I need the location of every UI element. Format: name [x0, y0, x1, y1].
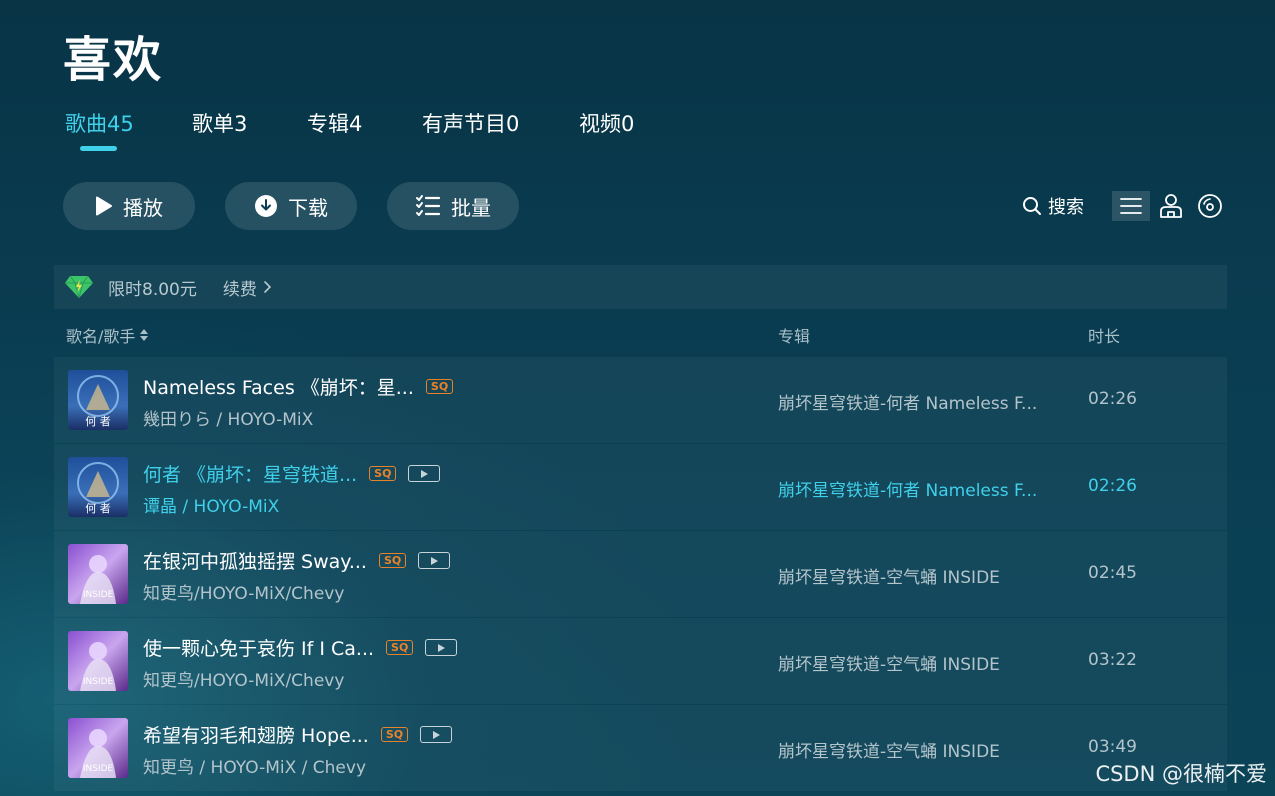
vip-promo-bar: 限时8.00元 续费: [54, 265, 1227, 309]
mv-badge[interactable]: [420, 726, 453, 743]
play-icon: [96, 196, 112, 216]
tab-videos[interactable]: 视频0: [579, 108, 634, 138]
cover-text: INSIDE: [83, 677, 114, 687]
watermark: CSDN @很楠不爱: [1095, 762, 1267, 786]
song-row[interactable]: INSIDE 希望有羽毛和翅膀 Hope... SQ 知更鸟 / HOYO-MiX /…: [54, 705, 1227, 791]
cover-text: INSIDE: [83, 764, 114, 774]
song-album[interactable]: 崩坏星穹铁道-何者 Nameless F...: [778, 476, 1037, 501]
sq-badge: SQ: [369, 466, 397, 481]
album-cover[interactable]: INSIDE: [68, 544, 128, 604]
song-artist[interactable]: 知更鸟/HOYO-MiX/Chevy: [143, 579, 344, 604]
cover-text: INSIDE: [83, 590, 114, 600]
download-icon: [255, 195, 277, 217]
song-row[interactable]: INSIDE 使一颗心免于哀伤 If I Ca... SQ 知更鸟/HOYO-MiX/…: [54, 618, 1227, 704]
list-icon: [1120, 198, 1142, 214]
song-duration: 02:26: [1088, 476, 1137, 496]
song-artist[interactable]: 知更鸟/HOYO-MiX/Chevy: [143, 666, 344, 691]
cover-text: 何 者: [85, 415, 111, 428]
song-artist[interactable]: 知更鸟 / HOYO-MiX / Chevy: [143, 753, 366, 778]
play-icon: [421, 469, 429, 478]
song-title-line: 何者 《崩坏：星穹铁道... SQ: [143, 460, 441, 487]
song-album[interactable]: 崩坏星穹铁道-何者 Nameless F...: [778, 389, 1037, 414]
song-title-line: Nameless Faces 《崩坏：星... SQ: [143, 373, 454, 400]
renew-link[interactable]: 续费: [223, 275, 272, 300]
download-button-label: 下载: [288, 195, 328, 220]
batch-button[interactable]: 批量: [387, 182, 519, 230]
search-button[interactable]: 搜索: [1022, 193, 1084, 219]
song-title[interactable]: 在银河中孤独摇摆 Sway...: [143, 547, 367, 574]
album-cover[interactable]: 何 者: [68, 370, 128, 430]
song-title-line: 在银河中孤独摇摆 Sway... SQ: [143, 547, 451, 574]
search-label: 搜索: [1048, 197, 1084, 218]
album-cover[interactable]: 何 者: [68, 457, 128, 517]
vip-price-text: 限时8.00元: [108, 279, 197, 300]
play-button[interactable]: 播放: [63, 182, 195, 230]
column-header-duration-label: 时长: [1088, 327, 1121, 346]
download-button[interactable]: 下载: [225, 182, 357, 230]
song-duration: 02:45: [1088, 563, 1137, 583]
column-header-song-label: 歌名/歌手: [66, 327, 136, 346]
column-header-album-label: 专辑: [778, 327, 811, 346]
mv-badge[interactable]: [425, 639, 458, 656]
sq-badge: SQ: [386, 640, 414, 655]
song-title-line: 使一颗心免于哀伤 If I Ca... SQ: [143, 634, 458, 661]
song-title[interactable]: 使一颗心免于哀伤 If I Ca...: [143, 634, 374, 661]
column-header-song[interactable]: 歌名/歌手: [66, 323, 149, 347]
album-cover[interactable]: INSIDE: [68, 718, 128, 778]
song-artist[interactable]: 幾田りら / HOYO-MiX: [143, 405, 313, 430]
song-title[interactable]: 希望有羽毛和翅膀 Hope...: [143, 721, 369, 748]
song-artist[interactable]: 谭晶 / HOYO-MiX: [143, 492, 279, 517]
song-row[interactable]: INSIDE 在银河中孤独摇摆 Sway... SQ 知更鸟/HOYO-MiX/Che…: [54, 531, 1227, 617]
song-duration: 03:22: [1088, 650, 1137, 670]
song-title-line: 希望有羽毛和翅膀 Hope... SQ: [143, 721, 453, 748]
song-duration: 03:49: [1088, 737, 1137, 757]
play-button-label: 播放: [123, 195, 163, 220]
list-view-toggle[interactable]: [1112, 191, 1150, 221]
column-header-album: 专辑: [778, 323, 810, 347]
sq-badge: SQ: [380, 727, 409, 742]
chevron-right-icon: [264, 281, 271, 293]
song-row[interactable]: 何 者 Nameless Faces 《崩坏：星... SQ 幾田りら / HOYO-…: [54, 357, 1227, 443]
column-header-duration: 时长: [1088, 323, 1120, 347]
cover-text: 何 者: [85, 502, 111, 515]
song-title[interactable]: 何者 《崩坏：星穹铁道...: [143, 460, 357, 487]
sq-badge: SQ: [378, 553, 407, 568]
song-title[interactable]: Nameless Faces 《崩坏：星...: [143, 373, 414, 400]
batch-button-label: 批量: [451, 195, 491, 220]
tab-audio-programs[interactable]: 有声节目0: [422, 108, 519, 138]
renew-label: 续费: [222, 279, 257, 300]
diamond-icon: [65, 275, 93, 299]
disc-icon: [1198, 194, 1222, 218]
album-cover[interactable]: INSIDE: [68, 631, 128, 691]
play-icon: [433, 730, 441, 739]
tab-playlists[interactable]: 歌单3: [192, 108, 247, 138]
checklist-icon: [416, 195, 441, 216]
play-icon: [431, 556, 439, 565]
person-icon: [1160, 194, 1182, 218]
song-album[interactable]: 崩坏星穹铁道-空气蛹 INSIDE: [778, 737, 1000, 762]
tab-albums[interactable]: 专辑4: [307, 108, 362, 138]
song-album[interactable]: 崩坏星穹铁道-空气蛹 INSIDE: [778, 563, 1000, 588]
tab-songs[interactable]: 歌曲45: [65, 108, 134, 138]
song-duration: 02:26: [1088, 389, 1137, 409]
artist-view-toggle[interactable]: [1152, 191, 1190, 221]
page-title: 喜欢: [63, 32, 164, 88]
mv-badge[interactable]: [418, 552, 451, 569]
tab-active-indicator: [80, 146, 117, 151]
sort-icon: [140, 329, 149, 341]
mv-badge[interactable]: [408, 465, 441, 482]
play-icon: [438, 643, 446, 652]
sq-badge: SQ: [425, 379, 454, 394]
song-album[interactable]: 崩坏星穹铁道-空气蛹 INSIDE: [778, 650, 1000, 675]
search-icon: [1023, 197, 1041, 215]
song-row[interactable]: 何 者 何者 《崩坏：星穹铁道... SQ 谭晶 / HOYO-MiX 崩坏星穹铁道-何…: [54, 444, 1227, 530]
album-view-toggle[interactable]: [1191, 191, 1229, 221]
